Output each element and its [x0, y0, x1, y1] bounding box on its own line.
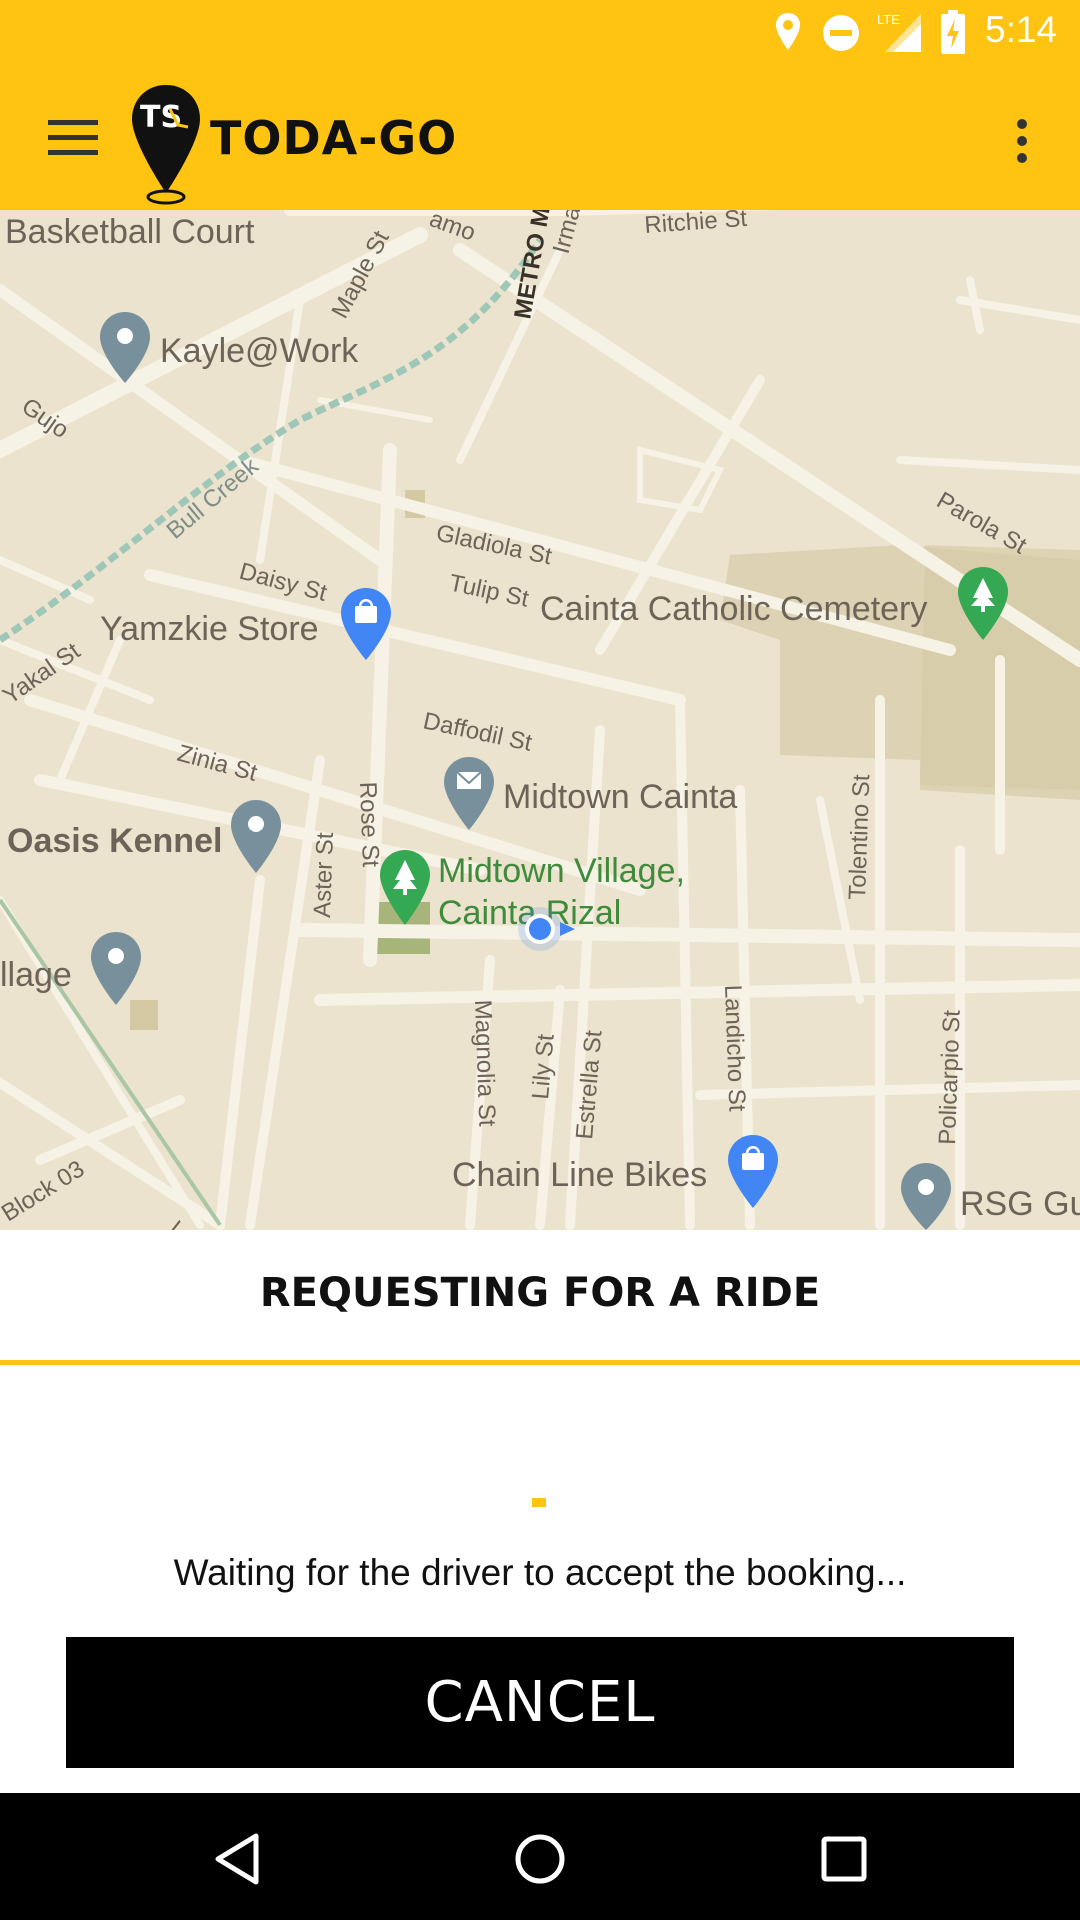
waiting-message: Waiting for the driver to accept the boo…: [173, 1552, 907, 1593]
map-label-village: llage: [0, 956, 72, 994]
map-label-chain-line-bikes: Chain Line Bikes: [452, 1156, 707, 1194]
map-label-landicho-st: Landicho St: [719, 984, 750, 1112]
loading-indicator: [532, 1498, 546, 1507]
map-label-kayle-at-work: Kayle@Work: [160, 332, 359, 370]
back-nav-button[interactable]: [213, 1833, 261, 1885]
home-nav-button[interactable]: [514, 1833, 566, 1885]
map-label-midtown-village-line1: Midtown Village,: [438, 852, 685, 890]
map-label-rose-st: Rose St: [354, 781, 384, 868]
navigation-bar: [0, 1793, 1080, 1920]
cancel-button[interactable]: CANCEL: [66, 1637, 1014, 1768]
map-view[interactable]: Basketball Court Ritchie St METRO MAN Ir…: [0, 210, 1080, 1230]
location-icon: [776, 13, 800, 50]
map-label-rsg: RSG Gu: [960, 1185, 1080, 1223]
map-label-aster-st: Aster St: [309, 832, 339, 919]
app-bar: TS TODA-GO: [0, 63, 1080, 210]
map-label-policarpio-st: Policarpio St: [934, 1009, 966, 1145]
map-label-magnolia-st: Magnolia St: [469, 999, 500, 1127]
ride-request-title: REQUESTING FOR A RIDE: [259, 1270, 821, 1316]
map-label-basketball-court: Basketball Court: [5, 213, 255, 251]
menu-button[interactable]: [30, 103, 116, 173]
map-label-cainta-catholic-cemetery: Cainta Catholic Cemetery: [540, 590, 927, 628]
map-label-oasis-kennel: Oasis Kennel: [7, 822, 222, 860]
more-vert-icon: [1017, 119, 1027, 163]
signal-icon: [885, 14, 921, 52]
map-label-tolentino-st: Tolentino St: [844, 774, 875, 901]
map-label-midtown-cainta: Midtown Cainta: [503, 778, 737, 816]
battery-charging-icon: [941, 10, 965, 54]
hamburger-menu-icon: [48, 120, 98, 155]
recents-nav-button[interactable]: [820, 1835, 868, 1883]
toda-go-logo-icon: TS: [132, 85, 200, 205]
map-canvas[interactable]: Basketball Court Ritchie St METRO MAN Ir…: [0, 210, 1080, 1230]
map-label-yamzkie-store: Yamzkie Store: [100, 610, 319, 648]
status-bar: LTE 5:14: [0, 0, 1080, 63]
do-not-disturb-icon: [823, 15, 859, 51]
map-label-lily-st: Lily St: [527, 1033, 560, 1101]
app-brand-title: TODA-GO: [210, 111, 458, 165]
overflow-menu-button[interactable]: [1000, 108, 1050, 178]
status-time: 5:14: [985, 9, 1058, 50]
title-divider: [0, 1360, 1080, 1365]
